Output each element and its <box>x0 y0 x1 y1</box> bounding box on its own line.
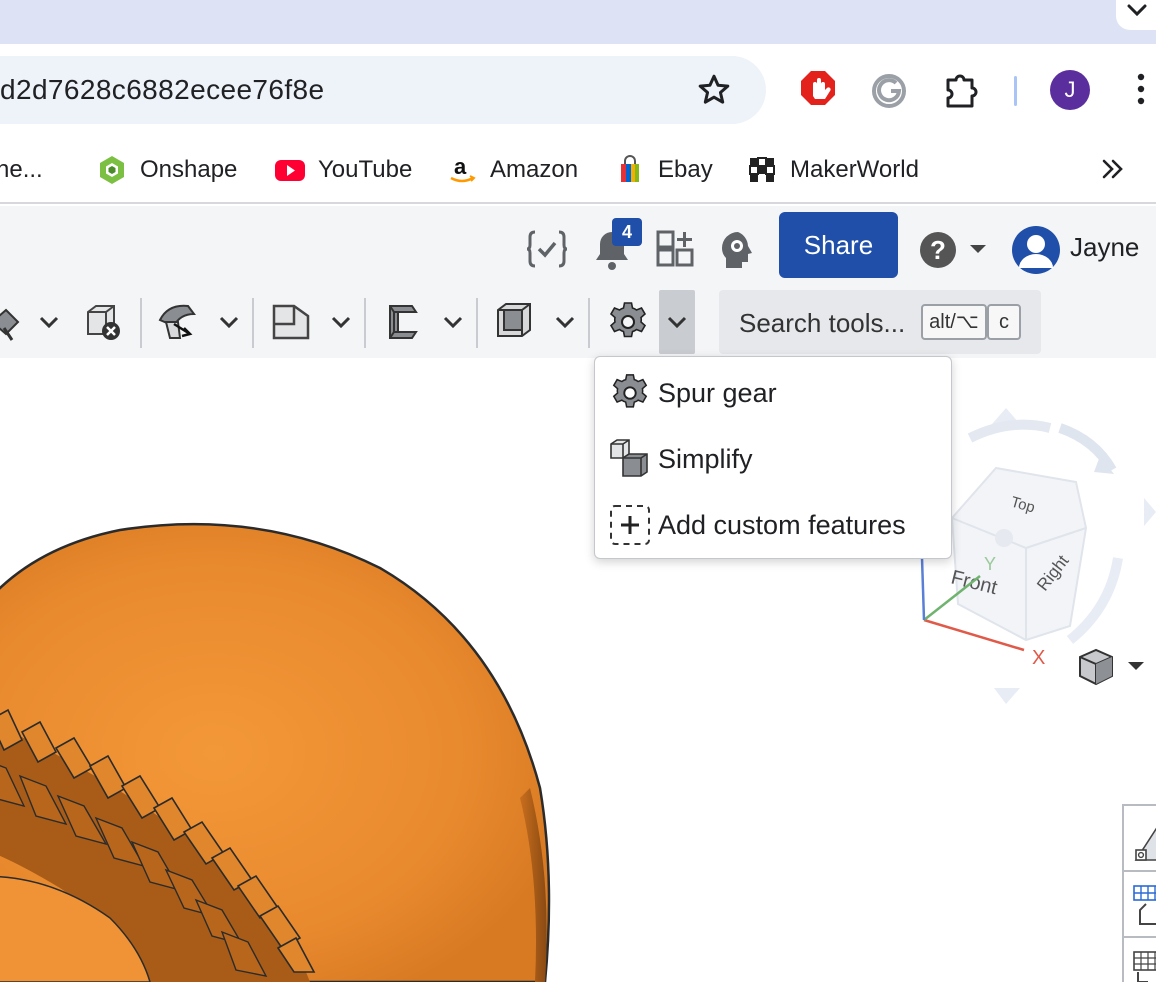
address-bar[interactable]: d2d7628c6882ecee76f8e <box>0 56 766 124</box>
toolbar-divider <box>252 298 254 348</box>
search-tools-input[interactable]: Search tools... alt/⌥ c <box>719 290 1041 354</box>
url-text[interactable]: d2d7628c6882ecee76f8e <box>0 74 324 106</box>
bookmark-youtube[interactable]: YouTube <box>274 148 412 192</box>
add-custom-features-icon <box>610 505 650 545</box>
chevron-down-icon <box>667 316 687 329</box>
chevron-down-icon[interactable] <box>330 312 352 332</box>
help-icon[interactable]: ? <box>918 230 958 270</box>
featurescript-icon[interactable] <box>526 228 568 270</box>
menu-item-add-custom-features[interactable]: Add custom features <box>595 493 951 557</box>
table-icon <box>1133 951 1156 982</box>
sweep-tool-icon[interactable] <box>156 300 200 344</box>
toolbar-separator <box>1014 76 1017 106</box>
tab-search-button[interactable] <box>1116 0 1156 30</box>
bookmark-label: ne... <box>0 156 43 183</box>
onshape-logo-icon <box>100 156 124 184</box>
bookmark-label: Onshape <box>140 156 238 183</box>
amazon-logo-icon: a <box>450 154 476 183</box>
learning-center-icon[interactable] <box>720 230 760 270</box>
drawing-icon <box>1134 827 1156 861</box>
bookmarks-bar: ne... Onshape YouTube a Amazon Ebay Make… <box>0 138 1156 204</box>
youtube-logo-icon <box>275 160 305 181</box>
chevron-down-icon[interactable] <box>554 312 576 332</box>
menu-item-label: Simplify <box>658 443 753 474</box>
bookmark-label: MakerWorld <box>790 156 919 183</box>
sketch-tool-icon[interactable] <box>0 300 22 344</box>
bookmark-onshape[interactable]: Onshape <box>96 148 237 192</box>
graphics-viewport[interactable]: Top Front Right X Y <box>0 358 1156 982</box>
panel-button-table[interactable] <box>1124 938 1156 982</box>
gear-tools-menu: Spur gear Simplify Add custom features <box>594 356 952 559</box>
onshape-header: 4 Share ? Jayne <box>0 206 1156 286</box>
chevron-down-icon <box>1127 4 1147 17</box>
menu-item-spur-gear[interactable]: Spur gear <box>595 361 951 425</box>
ebay-bag-icon <box>621 155 639 182</box>
panel-button-bom[interactable] <box>1124 872 1156 938</box>
delete-part-icon[interactable] <box>84 302 124 342</box>
bookmark-amazon[interactable]: a Amazon <box>446 148 578 192</box>
help-dropdown-icon[interactable] <box>966 242 990 258</box>
extensions-puzzle-icon[interactable] <box>944 70 982 110</box>
app-store-icon[interactable] <box>656 230 694 268</box>
gear-model[interactable] <box>0 358 620 982</box>
shortcut-key-c: c <box>987 304 1021 340</box>
toolbar-divider <box>588 298 590 348</box>
chevron-down-icon[interactable] <box>38 312 60 332</box>
bookmark-truncated[interactable]: ne... <box>0 148 43 192</box>
feature-toolbar: Search tools... alt/⌥ c <box>0 286 1156 358</box>
bookmark-ebay[interactable]: Ebay <box>614 148 713 192</box>
shell-tool-icon[interactable] <box>494 300 534 344</box>
toolbar-divider <box>476 298 478 348</box>
makerworld-logo-icon <box>749 157 775 182</box>
kebab-menu-icon[interactable] <box>1134 72 1148 106</box>
menu-item-simplify[interactable]: Simplify <box>595 427 951 491</box>
render-mode-cube-icon[interactable] <box>1074 648 1150 686</box>
browser-toolbar: d2d7628c6882ecee76f8e J <box>0 44 1156 138</box>
bookmark-makerworld[interactable]: MakerWorld <box>746 148 919 192</box>
grammarly-icon[interactable] <box>870 72 908 110</box>
menu-item-label: Spur gear <box>658 377 777 408</box>
sheet-metal-icon[interactable] <box>384 300 422 344</box>
toolbar-divider <box>140 298 142 348</box>
bookmark-label: YouTube <box>318 156 413 183</box>
menu-item-label: Add custom features <box>658 509 906 540</box>
bookmark-label: Amazon <box>490 156 579 183</box>
shortcut-key-alt: alt/⌥ <box>921 304 987 340</box>
svg-text:a: a <box>454 154 467 179</box>
bom-table-icon <box>1133 885 1156 925</box>
axis-y-label: Y <box>984 554 996 574</box>
user-name[interactable]: Jayne <box>1070 232 1139 263</box>
svg-text:?: ? <box>930 235 946 265</box>
star-icon[interactable] <box>696 72 732 108</box>
chevron-down-icon[interactable] <box>218 312 240 332</box>
plane-tool-icon[interactable] <box>270 302 312 342</box>
spur-gear-icon <box>612 374 648 408</box>
adblock-hand-icon[interactable] <box>800 70 836 110</box>
browser-tab-strip <box>0 0 1156 44</box>
notification-badge: 4 <box>612 218 642 246</box>
profile-avatar[interactable]: J <box>1050 70 1090 110</box>
bookmark-label: Ebay <box>658 156 713 183</box>
simplify-icon <box>610 439 648 477</box>
axis-x-label: X <box>1032 647 1045 669</box>
user-avatar-icon[interactable] <box>1010 224 1062 276</box>
toolbar-divider <box>364 298 366 348</box>
share-button[interactable]: Share <box>779 212 898 278</box>
spur-gear-tool-icon[interactable] <box>606 300 650 344</box>
bookmarks-overflow-icon[interactable] <box>1100 156 1126 182</box>
right-side-panel <box>1122 804 1156 982</box>
search-tools-placeholder: Search tools... <box>739 308 906 338</box>
chevron-down-icon[interactable] <box>442 312 464 332</box>
gear-tools-dropdown-button[interactable] <box>659 290 695 354</box>
panel-button-drawing[interactable] <box>1124 806 1156 872</box>
